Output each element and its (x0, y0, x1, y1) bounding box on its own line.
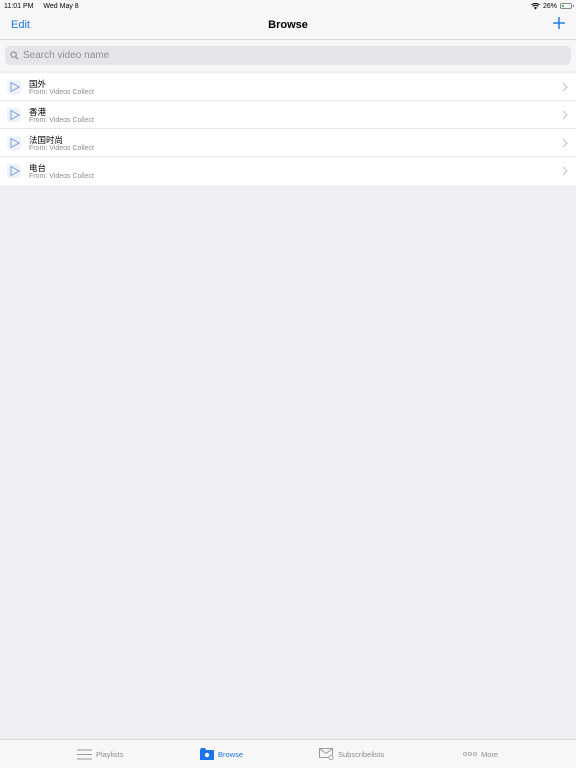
battery-percent: 26% (542, 2, 557, 10)
battery-icon (560, 3, 574, 9)
list-item[interactable]: 国外 From: Videos Collect (0, 73, 576, 101)
chevron-right-icon (562, 138, 568, 148)
chevron-right-icon (562, 166, 568, 176)
tab-more[interactable]: More (463, 740, 498, 768)
list-item[interactable]: 电台 From: Videos Collect (0, 157, 576, 185)
list-lines-icon (77, 749, 92, 759)
mail-icon (319, 748, 334, 760)
play-icon (7, 136, 21, 150)
tab-label: Browse (218, 749, 244, 759)
video-list: 国外 From: Videos Collect 香港 From: Videos … (0, 73, 576, 185)
status-bar: 11:01 PM Wed May 8 26% (0, 0, 576, 12)
tab-playlists[interactable]: Playlists (77, 740, 124, 768)
item-subtitle: From: Videos Collect (29, 89, 94, 96)
battery-fill (562, 5, 565, 7)
tab-subscribelists[interactable]: Subscribelists (319, 740, 384, 768)
folder-icon (200, 748, 214, 760)
status-date: Wed May 8 (43, 2, 79, 10)
tab-label: More (481, 749, 499, 759)
item-subtitle: From: Videos Collect (29, 117, 94, 124)
tab-browse[interactable]: Browse (200, 740, 243, 768)
play-icon (7, 164, 21, 178)
nav-bar: Edit Browse (0, 12, 576, 40)
status-left: 11:01 PM Wed May 8 (4, 3, 87, 10)
search-field[interactable] (5, 46, 571, 65)
chevron-right-icon (562, 110, 568, 120)
search-bar (0, 40, 576, 71)
search-icon (10, 51, 19, 60)
status-time: 11:01 PM (4, 2, 34, 10)
item-subtitle: From: Videos Collect (29, 145, 94, 152)
play-icon (7, 108, 21, 122)
more-dots-icon (463, 752, 477, 756)
plus-icon[interactable] (552, 16, 566, 30)
chevron-right-icon (562, 82, 568, 92)
tab-label: Playlists (96, 749, 124, 759)
search-input[interactable] (23, 50, 543, 61)
list-item[interactable]: 法国时尚 From: Videos Collect (0, 129, 576, 157)
tab-bar: Playlists Browse Subscribelists More (0, 739, 576, 768)
page-title: Browse (268, 19, 308, 31)
status-right: 26% (531, 2, 574, 10)
item-subtitle: From: Videos Collect (29, 173, 94, 180)
wifi-icon (531, 2, 540, 9)
tab-label: Subscribelists (338, 749, 385, 759)
play-icon (7, 80, 21, 94)
list-item[interactable]: 香港 From: Videos Collect (0, 101, 576, 129)
